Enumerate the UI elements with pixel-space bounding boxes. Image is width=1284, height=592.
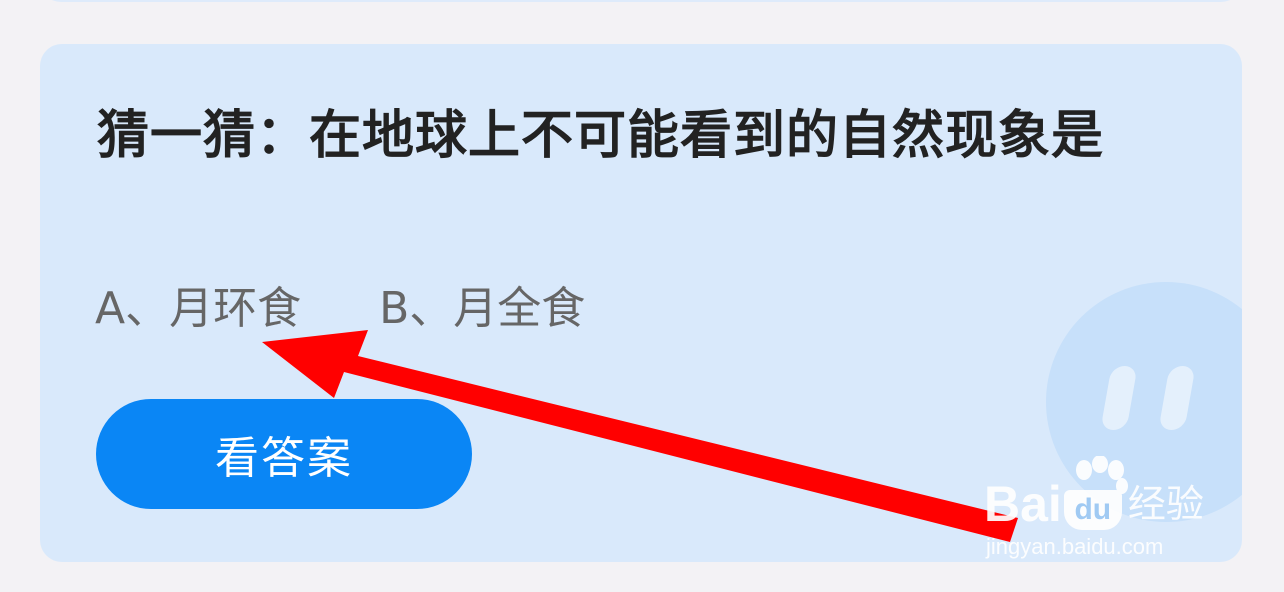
option-a: A、月环食 — [95, 283, 302, 334]
watermark-logo-du: du — [1063, 490, 1122, 530]
view-answer-button[interactable]: 看答案 — [96, 399, 472, 509]
mascot-left-eye — [1100, 366, 1138, 430]
watermark-logo-bai: Bai — [984, 476, 1062, 532]
quiz-options: A、月环食 B、月全食 — [95, 280, 585, 338]
previous-card — [40, 0, 1242, 2]
mascot-right-eye — [1158, 366, 1196, 430]
watermark-logo: Bai du 经验 — [984, 476, 1204, 532]
quiz-question: 猜一猜：在地球上不可能看到的自然现象是 — [97, 106, 1105, 166]
watermark-logo-jingyan: 经验 — [1127, 482, 1204, 526]
baidu-jingyan-watermark: Bai du 经验 jingyan.baidu.com — [984, 456, 1234, 576]
option-b: B、月全食 — [379, 283, 586, 334]
watermark-url: jingyan.baidu.com — [986, 534, 1164, 559]
